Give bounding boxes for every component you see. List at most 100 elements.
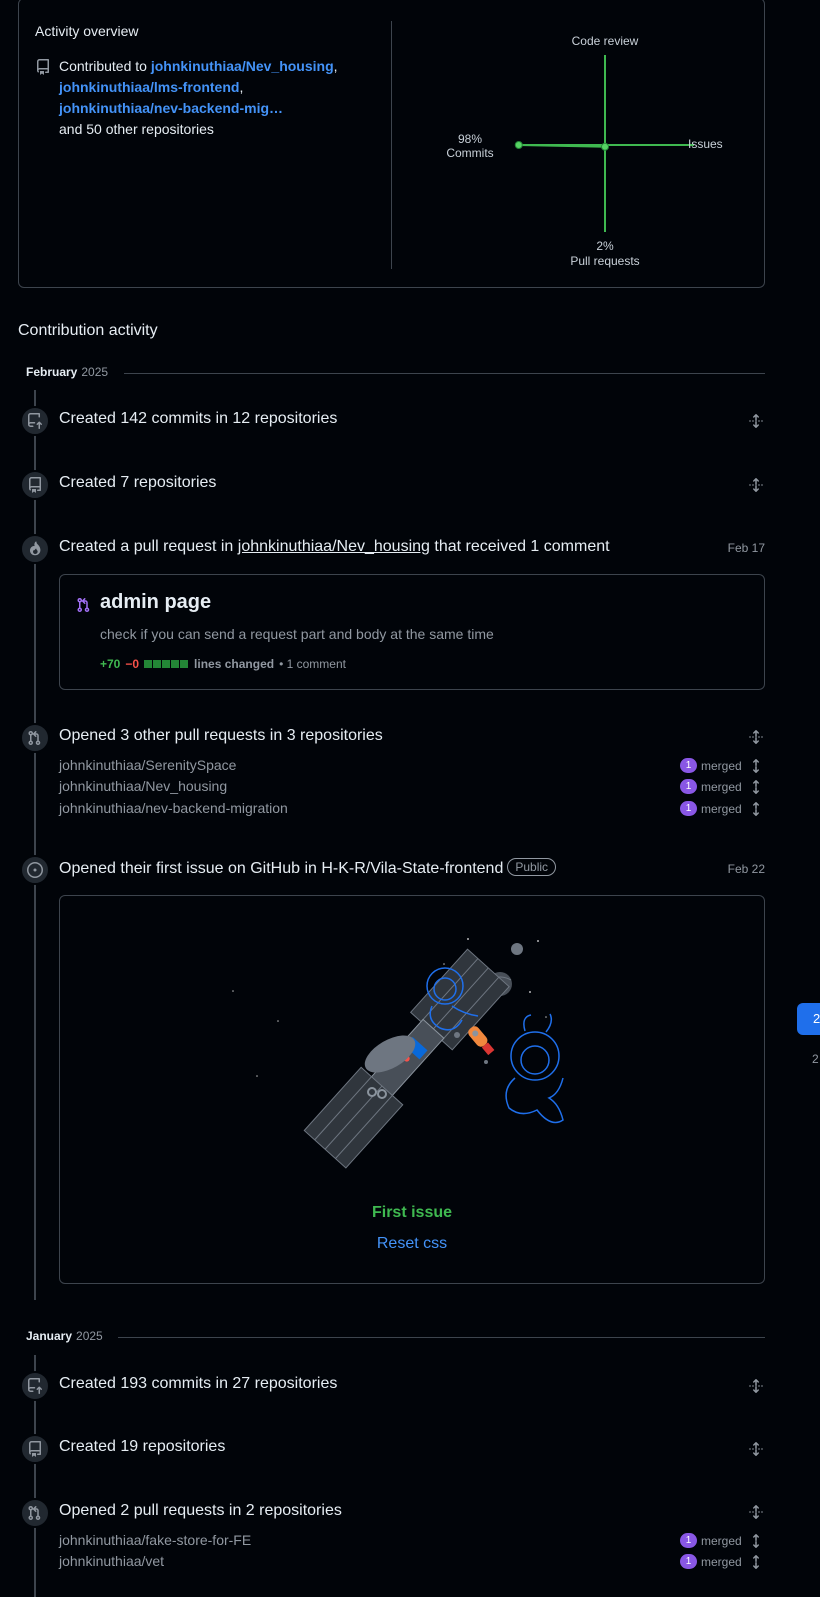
jan-prs-summary[interactable]: Opened 2 pull requests in 2 repositories xyxy=(59,1502,342,1520)
fold-icon[interactable] xyxy=(748,1504,764,1520)
repo-owner: johnkinuthiaa xyxy=(59,79,150,95)
merged-status: 1 merged xyxy=(680,801,742,816)
octocat-satellite-illustration xyxy=(232,938,564,1169)
contribution-activity-title: Contribution activity xyxy=(18,322,158,339)
month-heading-february: February 2025 xyxy=(26,365,108,379)
issue-date: Feb 22 xyxy=(727,862,765,876)
year-selector-item[interactable]: 2 xyxy=(812,1052,819,1066)
merged-label: merged xyxy=(701,1554,742,1569)
repo-icon xyxy=(28,1441,41,1457)
repo-link-nev-backend[interactable]: johnkinuthiaa/nev-backend-mig… xyxy=(59,100,283,116)
merged-count: 1 xyxy=(680,801,697,816)
first-issue-heading: Opened their first issue on GitHub in H-… xyxy=(59,858,557,878)
fold-icon[interactable] xyxy=(748,779,764,795)
feb-commits-summary[interactable]: Created 142 commits in 12 repositories xyxy=(59,410,337,428)
lines-changed-label: lines changed xyxy=(194,657,275,671)
pr-title-link[interactable]: admin page xyxy=(100,591,211,614)
month-heading-january: January 2025 xyxy=(26,1329,103,1343)
timeline-badge xyxy=(20,855,50,885)
first-issue-text: Opened their first issue on GitHub in H-… xyxy=(59,860,504,877)
git-pull-request-icon xyxy=(28,730,41,746)
pr-prefix: Created a pull request in xyxy=(59,538,234,555)
timeline-badge xyxy=(20,1498,50,1528)
code-review-label: Code review xyxy=(571,34,639,48)
repo-owner: johnkinuthiaa xyxy=(59,100,150,116)
merged-count: 1 xyxy=(680,758,697,773)
git-pull-request-icon xyxy=(77,597,90,613)
overview-divider xyxy=(391,21,392,269)
merged-label: merged xyxy=(701,1533,742,1548)
pr-repo-row[interactable]: johnkinuthiaa/Nev_housing xyxy=(59,778,227,794)
timeline-badge xyxy=(20,1434,50,1464)
fold-icon[interactable] xyxy=(748,1533,764,1549)
month-name: January xyxy=(26,1329,73,1343)
merged-label: merged xyxy=(701,758,742,773)
pr-additions: +70 xyxy=(100,657,121,671)
fold-icon[interactable] xyxy=(748,729,764,745)
pull-requests-label: Pull requests xyxy=(570,254,640,268)
fold-icon[interactable] xyxy=(748,1441,764,1457)
timeline-badge xyxy=(20,406,50,436)
merged-status: 1 merged xyxy=(680,1554,742,1569)
fold-icon[interactable] xyxy=(748,801,764,817)
pr-date: Feb 17 xyxy=(727,541,765,555)
merged-label: merged xyxy=(701,801,742,816)
activity-overview-card: Activity overview Contributed to johnkin… xyxy=(18,0,765,288)
activity-chart: Code review Issues 98% Commits 2% Pull r… xyxy=(399,19,759,279)
month-name: February xyxy=(26,365,78,379)
pr-suffix: that received 1 comment xyxy=(434,538,610,555)
month-year: 2025 xyxy=(76,1329,103,1343)
separator: , xyxy=(333,58,338,74)
merged-status: 1 merged xyxy=(680,779,742,794)
comment-count: • 1 comment xyxy=(279,657,346,671)
repo-link-nev-housing[interactable]: johnkinuthiaa/Nev_housing xyxy=(151,58,334,74)
fold-icon[interactable] xyxy=(748,413,764,429)
first-issue-label: First issue xyxy=(371,1204,453,1221)
commits-pct: 98% xyxy=(457,132,483,146)
feb-other-prs-summary[interactable]: Opened 3 other pull requests in 3 reposi… xyxy=(59,727,383,745)
other-repos-text: and 50 other repositories xyxy=(59,121,214,137)
repo-icon xyxy=(36,59,49,75)
separator: , xyxy=(239,79,244,95)
flame-icon xyxy=(29,541,41,556)
feb-repos-summary[interactable]: Created 7 repositories xyxy=(59,474,216,492)
issue-title-link[interactable]: Reset css xyxy=(60,1235,764,1253)
activity-overview-title: Activity overview xyxy=(35,23,139,39)
pr-repo-row[interactable]: johnkinuthiaa/nev-backend-migration xyxy=(59,800,288,816)
first-issue-card: First issue Reset css xyxy=(59,895,765,1284)
month-divider xyxy=(124,373,765,374)
repo-push-icon xyxy=(28,1378,42,1394)
merged-count: 1 xyxy=(680,1554,697,1569)
issue-opened-icon xyxy=(27,862,43,878)
pr-stats: +70 −0 lines changed • 1 comment xyxy=(100,657,346,671)
public-badge: Public xyxy=(507,858,557,876)
repo-name: nev-backend-mig… xyxy=(153,100,284,116)
timeline-badge xyxy=(20,470,50,500)
merged-status: 1 merged xyxy=(680,758,742,773)
fold-icon[interactable] xyxy=(748,1554,764,1570)
repo-icon xyxy=(28,477,41,493)
pull-request-card: admin page check if you can send a reque… xyxy=(59,574,765,690)
pull-requests-pct: 2% xyxy=(596,239,614,253)
contributed-repos: Contributed to johnkinuthiaa/Nev_housing… xyxy=(35,56,375,140)
jan-commits-summary[interactable]: Created 193 commits in 27 repositories xyxy=(59,1375,337,1393)
jan-repos-summary[interactable]: Created 19 repositories xyxy=(59,1438,225,1456)
git-pull-request-icon xyxy=(28,1505,41,1521)
pr-repo-row[interactable]: johnkinuthiaa/vet xyxy=(59,1553,164,1569)
issues-label: Issues xyxy=(688,137,723,151)
year-selector-active[interactable]: 2 xyxy=(797,1003,820,1035)
pr-created-heading: Created a pull request in johnkinuthiaa/… xyxy=(59,538,610,556)
pr-repo-link[interactable]: johnkinuthiaa/Nev_housing xyxy=(238,538,430,555)
pr-repo-row[interactable]: johnkinuthiaa/SerenitySpace xyxy=(59,757,236,773)
activity-polygon xyxy=(518,144,606,148)
commits-point xyxy=(514,141,523,149)
timeline-badge xyxy=(20,534,50,564)
repo-link-lms-frontend[interactable]: johnkinuthiaa/lms-frontend xyxy=(59,79,239,95)
fold-icon[interactable] xyxy=(748,1378,764,1394)
fold-icon[interactable] xyxy=(748,758,764,774)
fold-icon[interactable] xyxy=(748,477,764,493)
timeline-line xyxy=(34,390,36,1300)
repo-name: Nev_housing xyxy=(245,58,334,74)
pr-deletions: −0 xyxy=(125,657,140,671)
pr-repo-row[interactable]: johnkinuthiaa/fake-store-for-FE xyxy=(59,1532,251,1548)
